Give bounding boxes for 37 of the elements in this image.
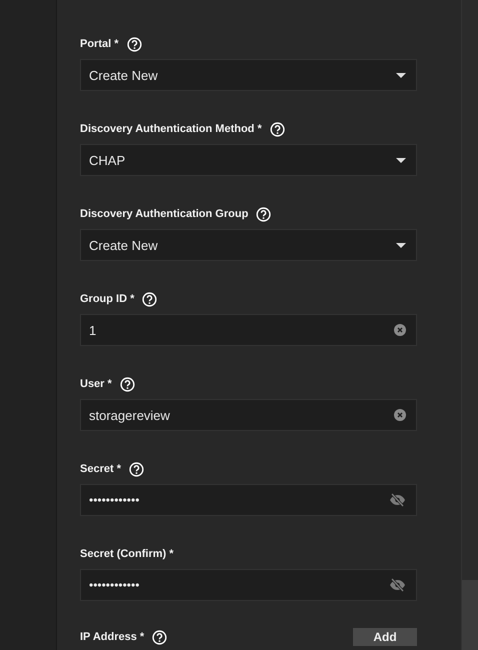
help-icon[interactable] [142, 292, 158, 306]
field-value: Create New [89, 238, 158, 252]
field-value: Create New [89, 68, 158, 82]
help-icon[interactable] [120, 376, 135, 392]
field-value: •••••••••••• [89, 578, 140, 592]
input-field[interactable]: 1 [80, 314, 417, 346]
field-label: Discovery Authentication Method * [80, 123, 262, 135]
help-icon[interactable] [152, 630, 168, 644]
dropdown-arrow-icon[interactable] [396, 242, 406, 248]
field-label: Portal * [80, 38, 119, 50]
help-icon[interactable] [128, 462, 144, 476]
clear-icon[interactable] [394, 324, 406, 336]
field-value: •••••••••••• [89, 493, 140, 507]
select-field[interactable]: Create New [80, 229, 417, 261]
clear-icon[interactable] [394, 409, 406, 421]
field-label: Discovery Authentication Group [80, 208, 248, 220]
field-label: Secret (Confirm) * [80, 548, 174, 560]
field-label: User * [80, 378, 112, 390]
input-field[interactable]: •••••••••••• [80, 569, 417, 601]
eye-slash-icon[interactable] [389, 493, 406, 507]
field-label: IP Address * [80, 631, 144, 643]
field-label: Secret * [80, 463, 121, 475]
input-field[interactable]: •••••••••••• [80, 484, 417, 516]
help-icon[interactable] [270, 122, 285, 136]
select-field[interactable]: Create New [80, 59, 417, 91]
eye-slash-icon[interactable] [389, 578, 406, 592]
add-button[interactable]: Add [353, 628, 417, 646]
field-label: Group ID * [80, 293, 134, 305]
help-icon[interactable] [256, 206, 272, 222]
field-value: 1 [89, 322, 96, 338]
dropdown-arrow-icon[interactable] [396, 158, 406, 162]
field-value: storagereview [89, 408, 170, 422]
dropdown-arrow-icon[interactable] [396, 72, 406, 78]
help-icon[interactable] [126, 36, 142, 52]
input-field[interactable]: storagereview [80, 399, 417, 431]
select-field[interactable]: CHAP [80, 144, 417, 176]
field-value: CHAP [89, 152, 126, 168]
